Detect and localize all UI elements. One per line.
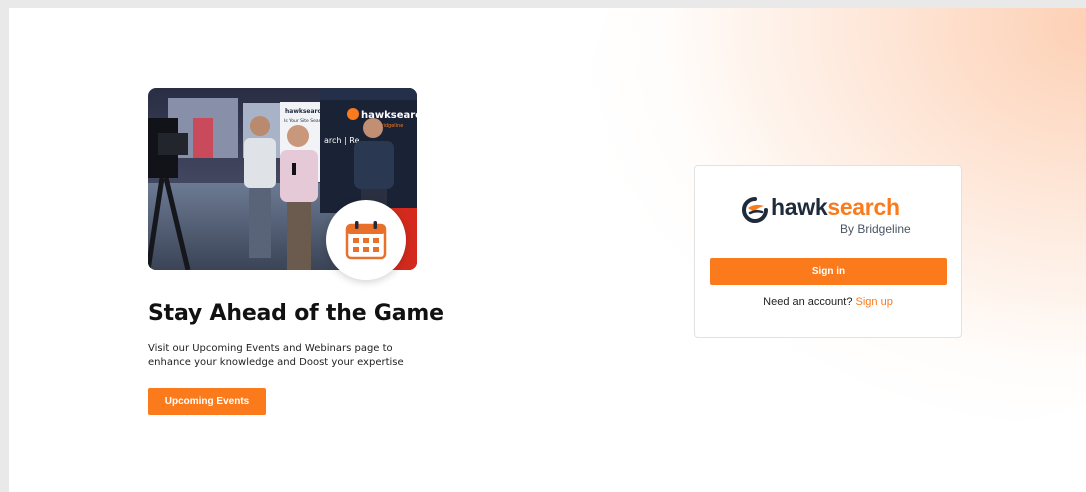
logo-word-search: search (827, 194, 900, 220)
hawksearch-logo-icon (742, 197, 768, 223)
account-prompt-text: Need an account? (763, 296, 853, 308)
logo-wordmark: hawksearch (771, 194, 900, 221)
upcoming-events-button[interactable]: Upcoming Events (148, 388, 266, 415)
hawksearch-logo: hawksearch By Bridgeline (742, 194, 922, 238)
account-prompt-line: Need an account? Sign up (695, 296, 961, 308)
promo-description: Visit our Upcoming Events and Webinars p… (148, 343, 404, 368)
promo-card: hawksearch Is Your Site Search Relevant?… (148, 88, 438, 280)
event-photo: hawksearch Is Your Site Search Relevant?… (148, 88, 417, 280)
window-left-border (0, 0, 9, 492)
sign-in-button[interactable]: Sign in (710, 258, 947, 285)
calendar-badge (326, 200, 406, 280)
photo-banner-text: arch | Re (324, 136, 359, 145)
photo-sign-brand: hawksearch (285, 108, 325, 115)
window-top-border (0, 0, 1086, 8)
calendar-icon (345, 221, 387, 260)
sign-up-link[interactable]: Sign up (856, 296, 893, 308)
logo-word-hawk: hawk (771, 194, 828, 220)
logo-subtitle: By Bridgeline (840, 222, 911, 236)
promo-title: Stay Ahead of the Game (148, 301, 444, 326)
login-card: hawksearch By Bridgeline Sign in Need an… (694, 165, 962, 338)
page: hawksearch Is Your Site Search Relevant?… (0, 0, 1086, 492)
